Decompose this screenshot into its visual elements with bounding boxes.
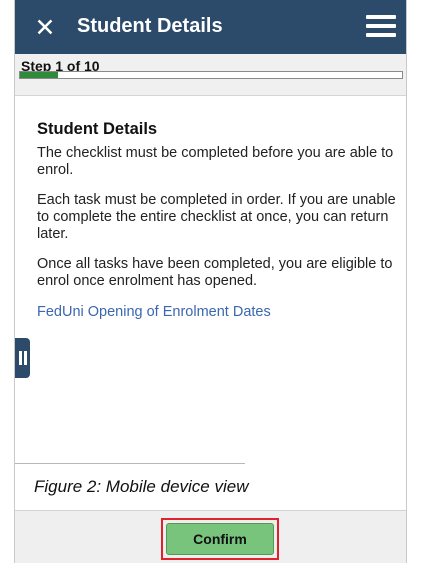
page-title: Student Details <box>77 15 223 37</box>
order-paragraph: Each task must be completed in order. If… <box>37 192 396 242</box>
hamburger-menu-icon[interactable] <box>366 12 396 40</box>
progress-bar <box>19 71 403 79</box>
figure-caption: Figure 2: Mobile device view <box>34 477 249 496</box>
app-header: ✕ Student Details <box>15 0 406 54</box>
progress-bar-fill <box>20 72 59 78</box>
pause-bars-icon <box>18 351 22 365</box>
enrolment-dates-link[interactable]: FedUni Opening of Enrolment Dates <box>37 304 271 320</box>
side-panel-toggle[interactable] <box>15 338 30 378</box>
confirm-button[interactable]: Confirm <box>166 523 274 555</box>
step-progress-area: Step 1 of 10 <box>15 54 406 96</box>
close-icon[interactable]: ✕ <box>27 8 63 46</box>
intro-paragraph: The checklist must be completed before y… <box>37 145 394 178</box>
eligibility-paragraph: Once all tasks have been completed, you … <box>37 256 393 289</box>
main-content: Student Details The checklist must be co… <box>37 120 397 321</box>
section-heading: Student Details <box>37 120 158 138</box>
confirm-highlight: Confirm <box>161 518 279 560</box>
